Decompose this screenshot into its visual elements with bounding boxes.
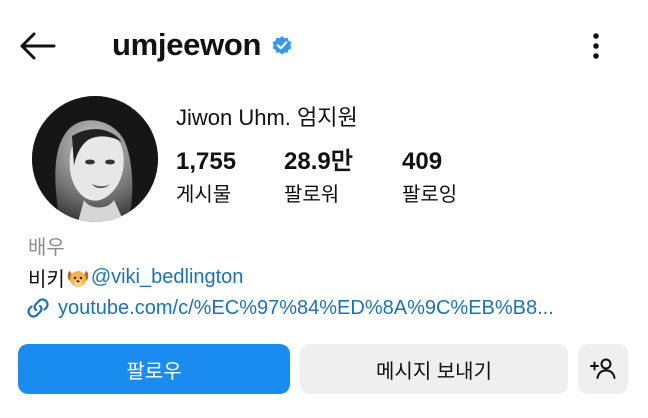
bio-text: 비키 @viki_bedlington <box>28 263 243 292</box>
profile-website-link[interactable]: youtube.com/c/%EC%97%84%ED%8A%9C%EB%B8..… <box>26 296 616 320</box>
suggested-users-button[interactable] <box>578 344 628 394</box>
link-icon <box>27 298 49 318</box>
bio-prefix: 비키 <box>28 269 65 291</box>
message-button-label: 메시지 보내기 <box>376 360 492 383</box>
stat-followers-count: 28.9만 <box>284 148 353 175</box>
stat-posts[interactable]: 1,755 게시물 <box>176 146 236 210</box>
profile-photo <box>32 96 158 222</box>
avatar[interactable] <box>32 96 158 222</box>
back-button[interactable] <box>18 24 66 68</box>
stat-following[interactable]: 409 팔로잉 <box>402 146 457 210</box>
back-arrow-icon <box>20 32 56 60</box>
stat-posts-count: 1,755 <box>176 148 237 175</box>
profile-header-title: umjeewon <box>112 25 293 65</box>
dog-face-emoji-icon <box>66 266 90 290</box>
add-person-icon <box>590 358 616 379</box>
stat-followers-label: 팔로워 <box>284 184 340 206</box>
username: umjeewon <box>112 27 262 62</box>
verified-badge-icon <box>271 34 293 56</box>
bio-mention-link[interactable]: @viki_bedlington <box>91 266 244 289</box>
follow-button[interactable]: 팔로우 <box>18 344 290 394</box>
stat-following-count: 409 <box>402 148 443 175</box>
stat-following-label: 팔로잉 <box>402 184 458 206</box>
stat-followers[interactable]: 28.9만 팔로워 <box>284 146 353 210</box>
more-vertical-icon <box>593 33 599 59</box>
message-button[interactable]: 메시지 보내기 <box>300 344 568 394</box>
stat-posts-label: 게시물 <box>176 184 232 206</box>
display-name: Jiwon Uhm. 엄지원 <box>176 105 358 130</box>
more-options-button[interactable] <box>580 26 612 66</box>
profile-category: 배우 <box>28 237 65 259</box>
website-url: youtube.com/c/%EC%97%84%ED%8A%9C%EB%B8..… <box>58 296 554 319</box>
follow-button-label: 팔로우 <box>126 360 182 383</box>
